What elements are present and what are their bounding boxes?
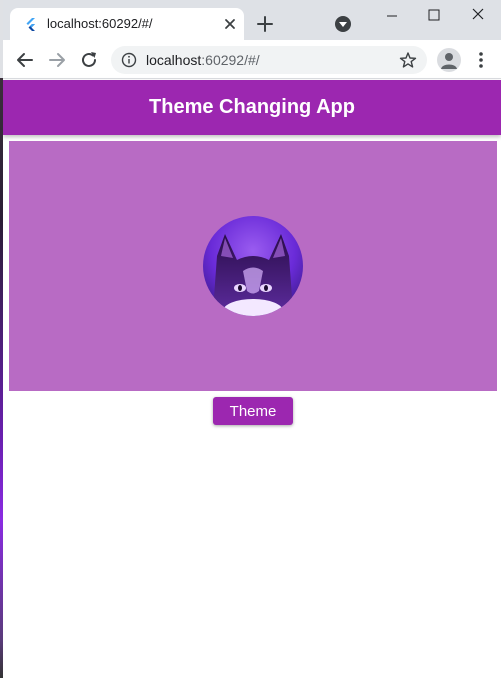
theme-button[interactable]: Theme: [213, 397, 293, 425]
window-edge: [0, 0, 3, 678]
app-bar: Theme Changing App: [3, 80, 501, 135]
tab-search-icon[interactable]: [335, 16, 351, 32]
plus-icon[interactable]: [254, 13, 276, 35]
maximize-icon[interactable]: [422, 6, 446, 26]
url-rest: :60292/#/: [201, 52, 260, 68]
address-bar[interactable]: localhost:60292/#/: [111, 46, 427, 74]
forward-arrow-icon[interactable]: [46, 49, 68, 71]
window-close-icon[interactable]: [466, 4, 490, 26]
browser-tab-strip: localhost:60292/#/: [0, 0, 501, 40]
cat-avatar: [203, 216, 303, 316]
person-icon: [441, 53, 457, 69]
url-host: localhost: [146, 52, 202, 68]
close-icon[interactable]: [220, 14, 240, 34]
browser-tab[interactable]: localhost:60292/#/: [10, 8, 244, 40]
profile-icon[interactable]: [437, 48, 461, 72]
star-icon[interactable]: [399, 51, 417, 69]
url-text[interactable]: localhost:60292/#/: [146, 52, 260, 68]
browser-toolbar: localhost:60292/#/: [0, 40, 501, 79]
more-vert-icon[interactable]: [472, 50, 490, 70]
cat-image: [203, 216, 303, 316]
minimize-icon[interactable]: [380, 6, 404, 26]
app-title: Theme Changing App: [149, 96, 355, 118]
hero-container: [9, 141, 497, 391]
tab-title: localhost:60292/#/: [47, 16, 153, 31]
back-arrow-icon[interactable]: [14, 49, 36, 71]
flutter-icon: [26, 18, 35, 31]
reload-icon[interactable]: [78, 49, 100, 71]
info-icon[interactable]: [121, 52, 137, 68]
